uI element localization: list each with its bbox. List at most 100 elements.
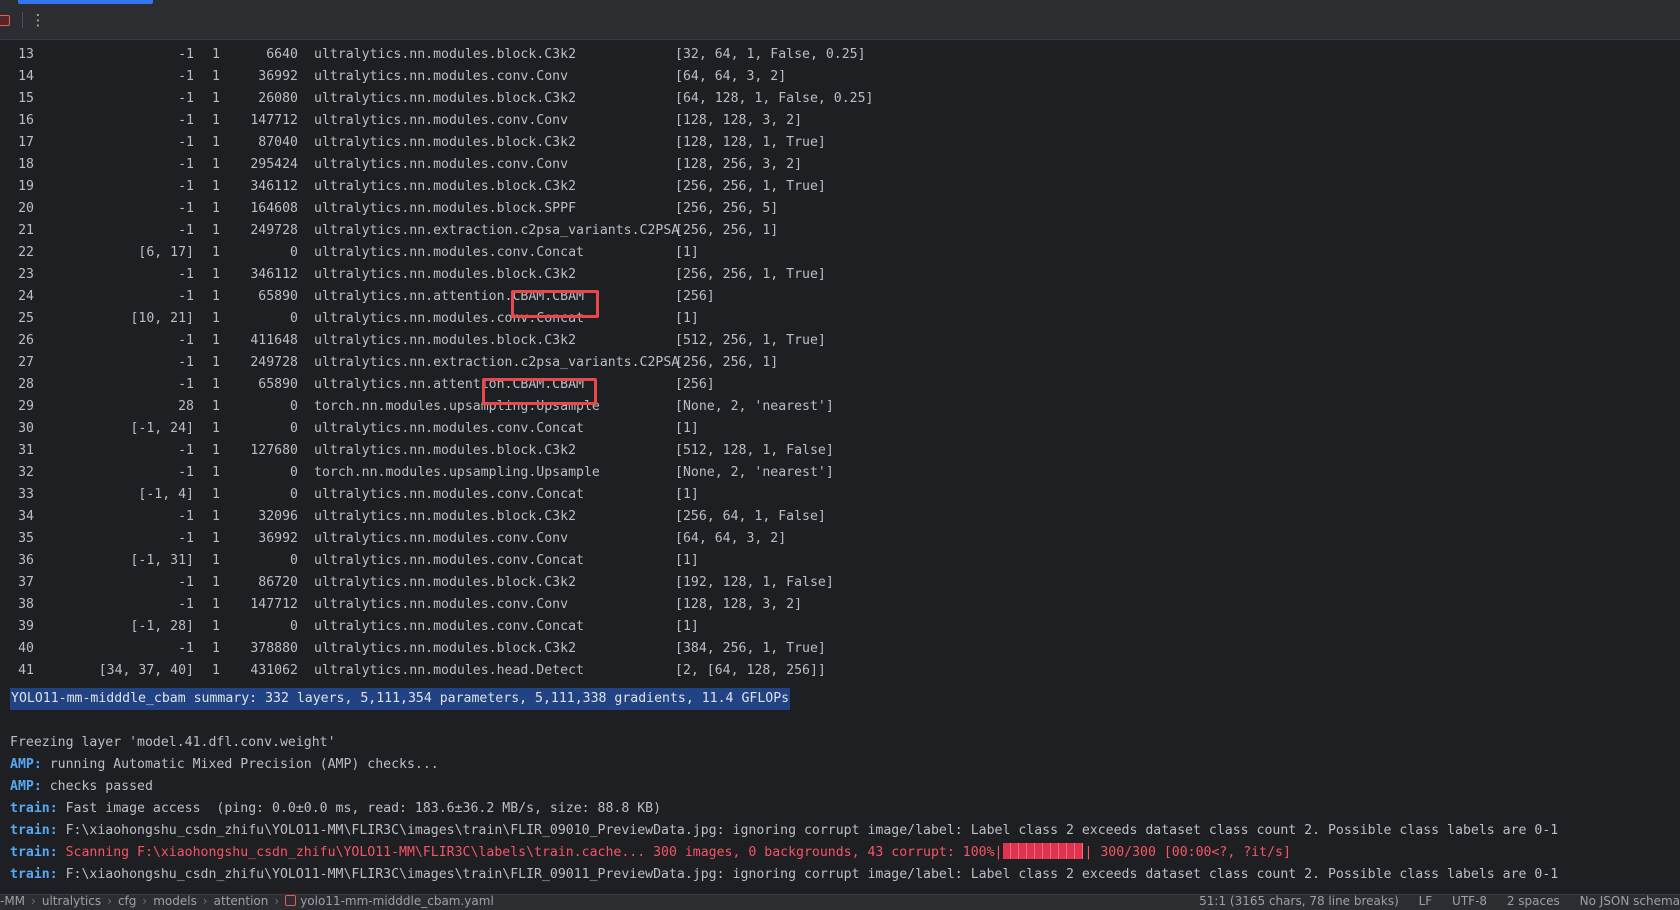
status-bar: -MM › ultralytics › cfg › models › attention › yol…	[0, 894, 1680, 910]
layer-module: ultralytics.nn.modules.block.SPPF	[314, 201, 577, 216]
layer-params: 65890	[258, 377, 298, 392]
layer-row: 19 -1 1 346112 ultralytics.nn.modules.block.…	[0, 176, 1680, 198]
layer-params: 0	[290, 465, 298, 480]
layer-from: -1	[178, 91, 194, 106]
layer-from: -1	[178, 113, 194, 128]
layer-arguments: [64, 128, 1, False, 0.25]	[675, 91, 874, 106]
layer-arguments: [512, 128, 1, False]	[675, 443, 834, 458]
layer-n: 1	[212, 421, 220, 436]
train-log-line: train: F:\xiaohongshu_csdn_zhifu\YOLO11-…	[10, 864, 1558, 886]
model-summary-line: YOLO11-mm-midddle_cbam summary: 332 laye…	[10, 688, 791, 710]
layer-n: 1	[212, 47, 220, 62]
layer-module: ultralytics.nn.modules.block.C3k2	[314, 443, 577, 458]
layer-row: 29 28 1 0 torch.nn.modules.upsampling.Upsamp…	[0, 396, 1680, 418]
layer-arguments: [64, 64, 3, 2]	[675, 69, 787, 84]
chevron-right-icon: ›	[274, 894, 280, 908]
layer-n: 1	[212, 509, 220, 524]
breadcrumb: -MM › ultralytics › cfg › models › attention › yol…	[0, 894, 494, 909]
breadcrumb-item[interactable]: models	[153, 895, 197, 908]
layer-params: 0	[290, 399, 298, 414]
run-toolbar: ⋮	[0, 0, 1680, 40]
layer-index: 27	[18, 355, 34, 370]
layer-n: 1	[212, 179, 220, 194]
layer-index: 21	[18, 223, 34, 238]
layer-params: 32096	[258, 509, 298, 524]
breadcrumb-item[interactable]: -MM	[0, 895, 25, 908]
console-output[interactable]: 13 -1 1 6640 ultralytics.nn.modules.block.C3…	[0, 40, 1680, 894]
layer-from: -1	[178, 333, 194, 348]
layer-module: ultralytics.nn.extraction.c2psa_variants…	[314, 355, 680, 370]
layer-params: 127680	[250, 443, 298, 458]
layer-index: 17	[18, 135, 34, 150]
layer-row: 23 -1 1 346112 ultralytics.nn.modules.block.…	[0, 264, 1680, 286]
layer-n: 1	[212, 399, 220, 414]
layer-arguments: [128, 256, 3, 2]	[675, 157, 803, 172]
more-options-icon[interactable]: ⋮	[30, 10, 46, 30]
breadcrumb-file[interactable]: yolo11-mm-midddle_cbam.yaml	[300, 895, 494, 908]
layer-n: 1	[212, 333, 220, 348]
layer-arguments: [256, 256, 1]	[675, 223, 779, 238]
chevron-right-icon: ›	[31, 894, 36, 908]
breadcrumb-item[interactable]: ultralytics	[42, 895, 101, 908]
layer-from: [-1, 4]	[138, 487, 194, 502]
log-tag: train:	[10, 867, 58, 882]
layer-params: 411648	[250, 333, 298, 348]
layer-module: ultralytics.nn.modules.conv.Conv	[314, 531, 569, 546]
layer-index: 15	[18, 91, 34, 106]
log-tag: AMP:	[10, 779, 42, 794]
layer-n: 1	[212, 641, 220, 656]
layer-from: [34, 37, 40]	[98, 663, 194, 678]
layer-n: 1	[212, 289, 220, 304]
scan-count-text: | 300/300 [00:00<?, ?it/s]	[1084, 845, 1291, 860]
layer-module: ultralytics.nn.modules.block.C3k2	[314, 641, 577, 656]
layer-n: 1	[212, 91, 220, 106]
layer-index: 14	[18, 69, 34, 84]
cursor-position[interactable]: 51:1 (3165 chars, 78 line breaks)	[1199, 895, 1399, 908]
layer-from: -1	[178, 135, 194, 150]
layer-from: [6, 17]	[138, 245, 194, 260]
layer-arguments: [192, 128, 1, False]	[675, 575, 834, 590]
layer-n: 1	[212, 223, 220, 238]
breadcrumb-item[interactable]: cfg	[118, 895, 136, 908]
layer-arguments: [256]	[675, 289, 715, 304]
layer-arguments: [256, 256, 5]	[675, 201, 779, 216]
layer-n: 1	[212, 355, 220, 370]
indent-setting[interactable]: 2 spaces	[1507, 895, 1560, 908]
layer-module: ultralytics.nn.extraction.c2psa_variants…	[314, 223, 680, 238]
breadcrumb-item[interactable]: attention	[214, 895, 269, 908]
layer-row: 26 -1 1 411648 ultralytics.nn.modules.block.…	[0, 330, 1680, 352]
layer-index: 28	[18, 377, 34, 392]
layer-n: 1	[212, 487, 220, 502]
layer-module: ultralytics.nn.modules.block.C3k2	[314, 47, 577, 62]
layer-n: 1	[212, 663, 220, 678]
layer-arguments: [1]	[675, 245, 699, 260]
layer-n: 1	[212, 311, 220, 326]
layer-module: ultralytics.nn.modules.conv.Conv	[314, 113, 569, 128]
layer-params: 36992	[258, 69, 298, 84]
layer-row: 15 -1 1 26080 ultralytics.nn.modules.block.C…	[0, 88, 1680, 110]
layer-n: 1	[212, 201, 220, 216]
layer-index: 38	[18, 597, 34, 612]
layer-row: 33 [-1, 4] 1 0 ultralytics.nn.modules.conv.C…	[0, 484, 1680, 506]
layer-module: ultralytics.nn.modules.conv.Concat	[314, 619, 584, 634]
layer-row: 41 [34, 37, 40] 1 431062 ultralytics.nn.modu…	[0, 660, 1680, 682]
layer-index: 29	[18, 399, 34, 414]
layer-from: [-1, 28]	[130, 619, 194, 634]
json-schema-status[interactable]: No JSON schema	[1580, 895, 1680, 908]
layer-row: 21 -1 1 249728 ultralytics.nn.extraction.c2p…	[0, 220, 1680, 242]
layer-arguments: [256, 256, 1, True]	[675, 267, 826, 282]
layer-index: 33	[18, 487, 34, 502]
layer-n: 1	[212, 245, 220, 260]
layer-n: 1	[212, 135, 220, 150]
line-separator[interactable]: LF	[1419, 895, 1433, 908]
layer-module: ultralytics.nn.attention.CBAM.CBAM	[314, 377, 584, 392]
layer-module: ultralytics.nn.modules.conv.Conv	[314, 69, 569, 84]
layer-module: ultralytics.nn.modules.conv.Concat	[314, 553, 584, 568]
file-encoding[interactable]: UTF-8	[1452, 895, 1487, 908]
log-text: F:\xiaohongshu_csdn_zhifu\YOLO11-MM\FLIR…	[57, 867, 1559, 882]
layer-module: ultralytics.nn.modules.conv.Conv	[314, 597, 569, 612]
stop-icon[interactable]	[0, 15, 10, 26]
layer-arguments: [256]	[675, 377, 715, 392]
log-tag: AMP:	[10, 757, 42, 772]
layer-row: 13 -1 1 6640 ultralytics.nn.modules.block.C3…	[0, 44, 1680, 66]
